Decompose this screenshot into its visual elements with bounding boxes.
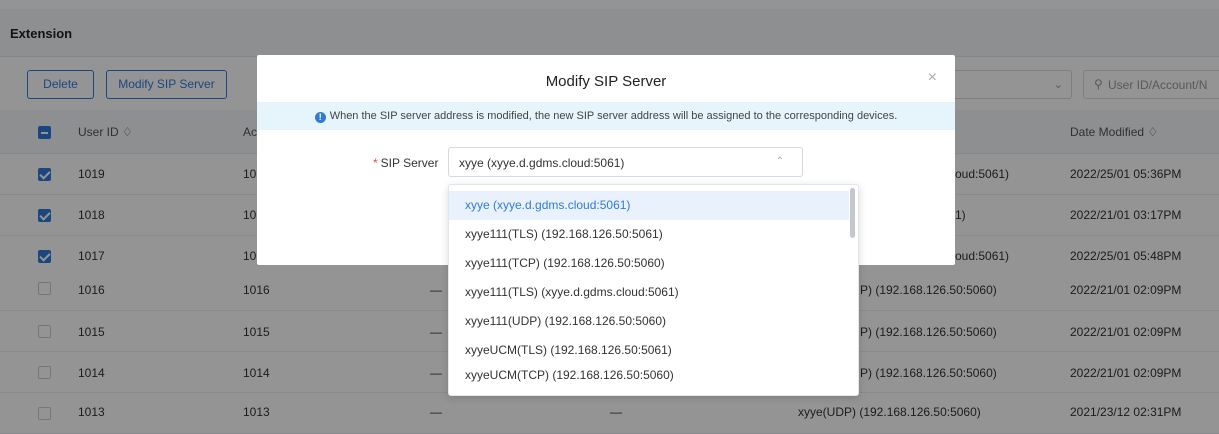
- sip-server-select[interactable]: xyye (xyye.d.gdms.cloud:5061) ⌃: [448, 147, 803, 177]
- info-icon: !: [314, 112, 326, 123]
- dropdown-scrollbar-thumb[interactable]: [850, 188, 855, 238]
- dropdown-option[interactable]: xyyeUCM(TCP) (192.168.126.50:5060): [449, 361, 849, 390]
- dropdown-option[interactable]: xyye111(TLS) (192.168.126.50:5061): [449, 220, 849, 249]
- info-banner: ! When the SIP server address is modified…: [257, 102, 955, 130]
- required-mark: *: [373, 156, 378, 170]
- info-banner-text: When the SIP server address is modified,…: [329, 110, 898, 122]
- sip-server-select-value: xyye (xyye.d.gdms.cloud:5061): [459, 156, 625, 170]
- close-icon[interactable]: ×: [928, 69, 937, 87]
- dropdown-option[interactable]: xyye111(UDP) (192.168.126.50:5060): [449, 307, 849, 336]
- sip-server-label-text: SIP Server: [380, 156, 439, 170]
- dropdown-option[interactable]: xyye111(TCP) (192.168.126.50:5060): [449, 249, 849, 278]
- dropdown-option[interactable]: xyye111(TLS) (xyye.d.gdms.cloud:5061): [449, 278, 849, 307]
- sip-server-label: * SIP Server: [373, 156, 438, 170]
- chevron-up-icon: ⌃: [775, 156, 784, 167]
- sip-server-dropdown: xyye (xyye.d.gdms.cloud:5061) xyye111(TL…: [448, 184, 859, 396]
- dialog-title: Modify SIP Server: [545, 73, 667, 90]
- dropdown-option[interactable]: xyye (xyye.d.gdms.cloud:5061): [449, 191, 849, 220]
